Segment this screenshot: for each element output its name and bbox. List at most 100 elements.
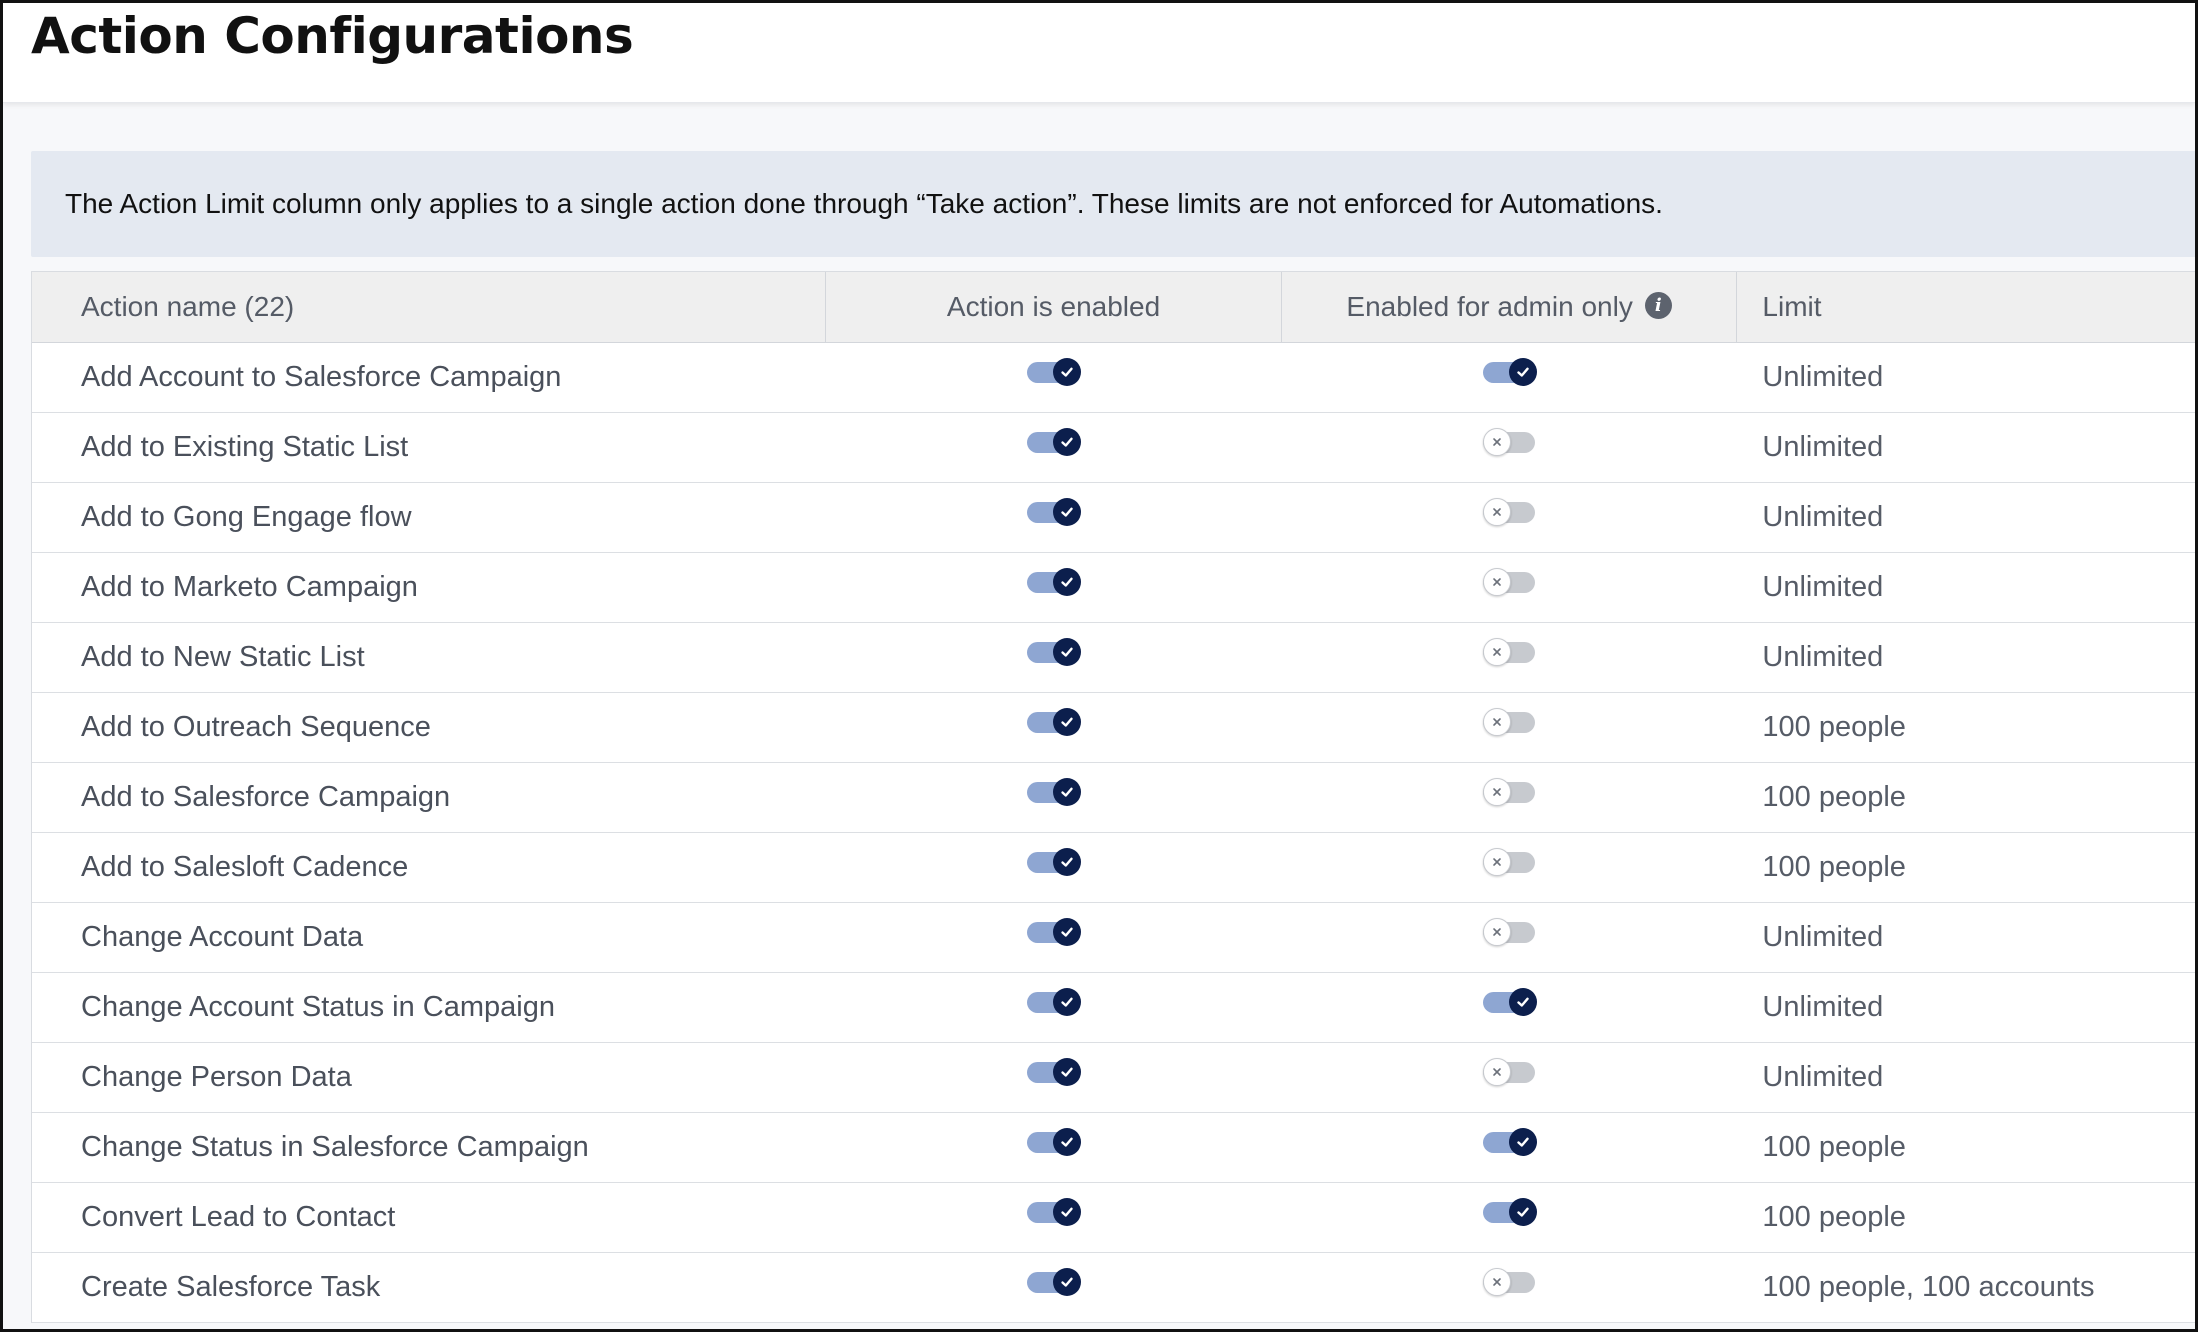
action-name: Add to Existing Static List xyxy=(81,431,409,463)
enabled-cell xyxy=(826,1253,1282,1322)
action-name: Change Account Data xyxy=(81,921,364,953)
action-enabled-toggle[interactable] xyxy=(1027,915,1082,947)
action-enabled-toggle[interactable] xyxy=(1027,845,1082,877)
admin-only-cell xyxy=(1282,1113,1738,1182)
column-header-limit-label: Limit xyxy=(1762,291,1822,322)
check-icon xyxy=(1053,637,1082,666)
column-header-name-label: Action name (22) xyxy=(81,291,295,322)
action-enabled-toggle[interactable] xyxy=(1027,705,1082,737)
admin-only-cell xyxy=(1282,833,1738,902)
action-enabled-toggle[interactable] xyxy=(1027,1125,1082,1157)
limit-cell: Unlimited xyxy=(1737,903,2195,972)
limit-cell: Unlimited xyxy=(1737,623,2195,692)
table-row: Create Salesforce Task 100 people, 100 ac… xyxy=(32,1253,2195,1323)
check-icon xyxy=(1053,987,1082,1016)
page-header: Action Configurations xyxy=(3,3,2195,103)
action-enabled-toggle[interactable] xyxy=(1027,565,1082,597)
admin-only-toggle[interactable] xyxy=(1482,1055,1537,1087)
table-row: Add to Outreach Sequence 100 people xyxy=(32,693,2195,763)
action-enabled-toggle[interactable] xyxy=(1027,355,1082,387)
action-name: Add Account to Salesforce Campaign xyxy=(81,361,562,393)
enabled-cell xyxy=(826,623,1282,692)
table-row: Change Account Status in Campaign Unlimit… xyxy=(32,973,2195,1043)
admin-only-cell xyxy=(1282,553,1738,622)
admin-only-toggle[interactable] xyxy=(1482,705,1537,737)
check-icon xyxy=(1053,847,1082,876)
limit-value: Unlimited xyxy=(1762,641,1884,673)
action-enabled-toggle[interactable] xyxy=(1027,635,1082,667)
check-icon xyxy=(1053,1197,1082,1226)
limit-value: 100 people xyxy=(1762,711,1906,743)
admin-only-cell xyxy=(1282,623,1738,692)
action-enabled-toggle[interactable] xyxy=(1027,1195,1082,1227)
check-icon xyxy=(1508,987,1537,1016)
column-header-limit[interactable]: Limit xyxy=(1737,272,2195,342)
action-enabled-toggle[interactable] xyxy=(1027,425,1082,457)
table-header: Action name (22) Action is enabled Enabl… xyxy=(32,272,2195,343)
action-enabled-toggle[interactable] xyxy=(1027,1055,1082,1087)
admin-only-toggle[interactable] xyxy=(1482,355,1537,387)
table-row: Add to Gong Engage flow Unlimited xyxy=(32,483,2195,553)
action-name: Change Person Data xyxy=(81,1061,352,1093)
app-window: Action Configurations The Action Limit c… xyxy=(0,0,2198,1332)
admin-only-toggle[interactable] xyxy=(1482,915,1537,947)
action-enabled-toggle[interactable] xyxy=(1027,495,1082,527)
limit-cell: 100 people xyxy=(1737,763,2195,832)
column-header-enabled[interactable]: Action is enabled xyxy=(826,272,1282,342)
info-icon[interactable]: i xyxy=(1644,291,1672,319)
admin-only-toggle[interactable] xyxy=(1482,1195,1537,1227)
limit-value: 100 people xyxy=(1762,781,1906,813)
check-icon xyxy=(1053,427,1082,456)
admin-only-toggle[interactable] xyxy=(1482,845,1537,877)
enabled-cell xyxy=(826,343,1282,412)
admin-only-cell xyxy=(1282,483,1738,552)
x-icon xyxy=(1482,1267,1511,1296)
admin-only-toggle[interactable] xyxy=(1482,775,1537,807)
action-enabled-toggle[interactable] xyxy=(1027,985,1082,1017)
enabled-cell xyxy=(826,553,1282,622)
table-row: Add Account to Salesforce Campaign Unlimi… xyxy=(32,343,2195,413)
table-row: Change Account Data Unlimited xyxy=(32,903,2195,973)
action-name-cell: Add to Salesforce Campaign xyxy=(32,763,826,832)
check-icon xyxy=(1508,1197,1537,1226)
limit-cell: Unlimited xyxy=(1737,343,2195,412)
admin-only-toggle[interactable] xyxy=(1482,565,1537,597)
column-header-admin-only[interactable]: Enabled for admin only i xyxy=(1282,272,1738,342)
enabled-cell xyxy=(826,1183,1282,1252)
admin-only-cell xyxy=(1282,903,1738,972)
action-name-cell: Add Account to Salesforce Campaign xyxy=(32,343,826,412)
admin-only-cell xyxy=(1282,1253,1738,1322)
enabled-cell xyxy=(826,833,1282,902)
admin-only-cell xyxy=(1282,693,1738,762)
limit-value: Unlimited xyxy=(1762,1061,1884,1093)
check-icon xyxy=(1053,1127,1082,1156)
admin-only-toggle[interactable] xyxy=(1482,1125,1537,1157)
action-enabled-toggle[interactable] xyxy=(1027,1265,1082,1297)
table-row: Add to New Static List Unlimited xyxy=(32,623,2195,693)
admin-only-cell xyxy=(1282,343,1738,412)
limit-cell: 100 people xyxy=(1737,833,2195,902)
column-header-name[interactable]: Action name (22) xyxy=(32,272,827,342)
admin-only-toggle[interactable] xyxy=(1482,425,1537,457)
limit-value: 100 people, 100 accounts xyxy=(1762,1271,2095,1303)
action-enabled-toggle[interactable] xyxy=(1027,775,1082,807)
admin-only-toggle[interactable] xyxy=(1482,1265,1537,1297)
admin-only-toggle[interactable] xyxy=(1482,495,1537,527)
info-banner: The Action Limit column only applies to … xyxy=(31,151,2195,257)
admin-only-toggle[interactable] xyxy=(1482,985,1537,1017)
x-icon xyxy=(1482,917,1511,946)
action-name: Add to Salesloft Cadence xyxy=(81,851,409,883)
limit-value: Unlimited xyxy=(1762,991,1884,1023)
admin-only-cell xyxy=(1282,1043,1738,1112)
action-name: Add to Outreach Sequence xyxy=(81,711,431,743)
limit-cell: Unlimited xyxy=(1737,973,2195,1042)
action-name-cell: Change Account Status in Campaign xyxy=(32,973,826,1042)
admin-only-toggle[interactable] xyxy=(1482,635,1537,667)
x-icon xyxy=(1482,567,1511,596)
enabled-cell xyxy=(826,693,1282,762)
check-icon xyxy=(1053,1057,1082,1086)
table-row: Add to Salesforce Campaign 100 people xyxy=(32,763,2195,833)
enabled-cell xyxy=(826,1113,1282,1182)
x-icon xyxy=(1482,497,1511,526)
check-icon xyxy=(1508,357,1537,386)
